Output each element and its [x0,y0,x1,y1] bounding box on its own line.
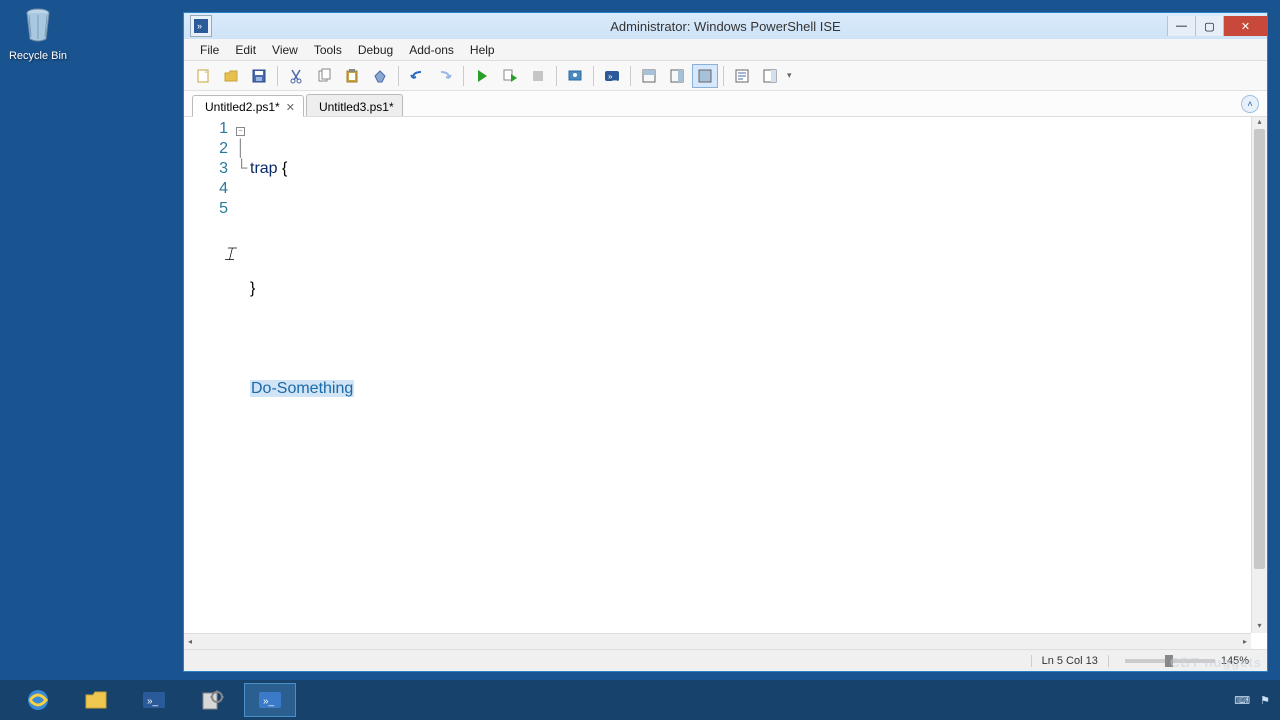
collapse-script-pane-button[interactable]: ˄ [1241,95,1259,113]
tray-flag-icon[interactable]: ⚑ [1260,694,1270,707]
menu-view[interactable]: View [264,41,306,59]
svg-text:»_: »_ [608,72,617,81]
script-editor[interactable]: 1 2 3 4 5 − │ └ trap { } Do-Something ▴ … [184,117,1267,649]
toolbar-separator [630,66,631,86]
scroll-thumb[interactable] [1254,129,1265,569]
new-remote-button[interactable] [562,64,588,88]
show-addon-button[interactable] [757,64,783,88]
stop-button[interactable] [525,64,551,88]
scroll-up-icon[interactable]: ▴ [1252,117,1267,129]
menu-help[interactable]: Help [462,41,503,59]
scroll-down-icon[interactable]: ▾ [1252,621,1267,633]
menu-file[interactable]: File [192,41,227,59]
toolbar-separator [277,66,278,86]
vertical-scrollbar[interactable]: ▴ ▾ [1251,117,1267,633]
svg-text:»_: »_ [147,696,159,707]
layout-max-button[interactable] [692,64,718,88]
toolbar-separator [463,66,464,86]
copy-button[interactable] [311,64,337,88]
keyword-trap: trap [250,160,278,177]
toolbar-separator [556,66,557,86]
app-icon: » [190,15,212,37]
tab-label: Untitled3.ps1* [319,100,394,114]
tray-keyboard-icon[interactable]: ⌨ [1234,694,1250,707]
watermark: CBT nuggets [1170,655,1262,670]
clear-button[interactable] [367,64,393,88]
window-title: Administrator: Windows PowerShell ISE [610,19,840,34]
taskbar-explorer[interactable] [70,683,122,717]
layout-right-button[interactable] [664,64,690,88]
tab-close-icon[interactable]: ✕ [286,101,295,114]
taskbar-ie[interactable] [12,683,64,717]
scroll-left-icon[interactable]: ◂ [184,634,196,649]
toolbar-separator [723,66,724,86]
taskbar-powershell[interactable]: »_ [128,683,180,717]
taskbar-server-manager[interactable] [186,683,238,717]
paste-button[interactable] [339,64,365,88]
ise-window: » Administrator: Windows PowerShell ISE … [183,12,1268,672]
toolbar-overflow[interactable]: ▾ [787,70,792,81]
powershell-button[interactable]: »_ [599,64,625,88]
run-button[interactable] [469,64,495,88]
cursor-position: Ln 5 Col 13 [1031,655,1108,667]
menu-edit[interactable]: Edit [227,41,264,59]
line-gutter: 1 2 3 4 5 [184,117,236,649]
titlebar[interactable]: » Administrator: Windows PowerShell ISE … [184,13,1267,39]
horizontal-scrollbar[interactable]: ◂ ▸ [184,633,1251,649]
fold-toggle[interactable]: − [236,127,245,136]
menubar: File Edit View Tools Debug Add-ons Help [184,39,1267,61]
tab-label: Untitled2.ps1* [205,100,280,114]
save-button[interactable] [246,64,272,88]
toolbar-separator [593,66,594,86]
toolbar-separator [398,66,399,86]
cut-button[interactable] [283,64,309,88]
scroll-right-icon[interactable]: ▸ [1239,634,1251,649]
document-tabs: Untitled2.ps1* ✕ Untitled3.ps1* ˄ [184,91,1267,117]
open-button[interactable] [218,64,244,88]
undo-button[interactable] [404,64,430,88]
close-button[interactable]: ✕ [1223,16,1267,36]
maximize-button[interactable]: ▢ [1195,16,1223,36]
show-command-button[interactable] [729,64,755,88]
layout-top-button[interactable] [636,64,662,88]
minimize-button[interactable]: — [1167,16,1195,36]
tab-untitled2[interactable]: Untitled2.ps1* ✕ [192,95,304,117]
svg-text:»_: »_ [263,696,275,707]
statusbar: Ln 5 Col 13 145% [184,649,1267,671]
cmdlet-do-something: Do-Something [250,380,354,397]
taskbar: »_ »_ ⌨ ⚑ [0,680,1280,720]
code-area[interactable]: trap { } Do-Something [250,117,1267,649]
taskbar-ise[interactable]: »_ [244,683,296,717]
recycle-bin[interactable]: Recycle Bin [8,5,68,62]
svg-text:»: » [197,21,202,31]
menu-tools[interactable]: Tools [306,41,350,59]
system-tray[interactable]: ⌨ ⚑ [1234,694,1280,707]
run-selection-button[interactable] [497,64,523,88]
menu-addons[interactable]: Add-ons [401,41,462,59]
new-button[interactable] [190,64,216,88]
recycle-bin-icon [18,5,58,45]
redo-button[interactable] [432,64,458,88]
text-cursor-icon: ⌶ [224,244,235,265]
menu-debug[interactable]: Debug [350,41,401,59]
toolbar: »_ ▾ [184,61,1267,91]
tab-untitled3[interactable]: Untitled3.ps1* [306,94,403,116]
recycle-bin-label: Recycle Bin [8,50,68,62]
fold-column: − │ └ [236,117,250,649]
